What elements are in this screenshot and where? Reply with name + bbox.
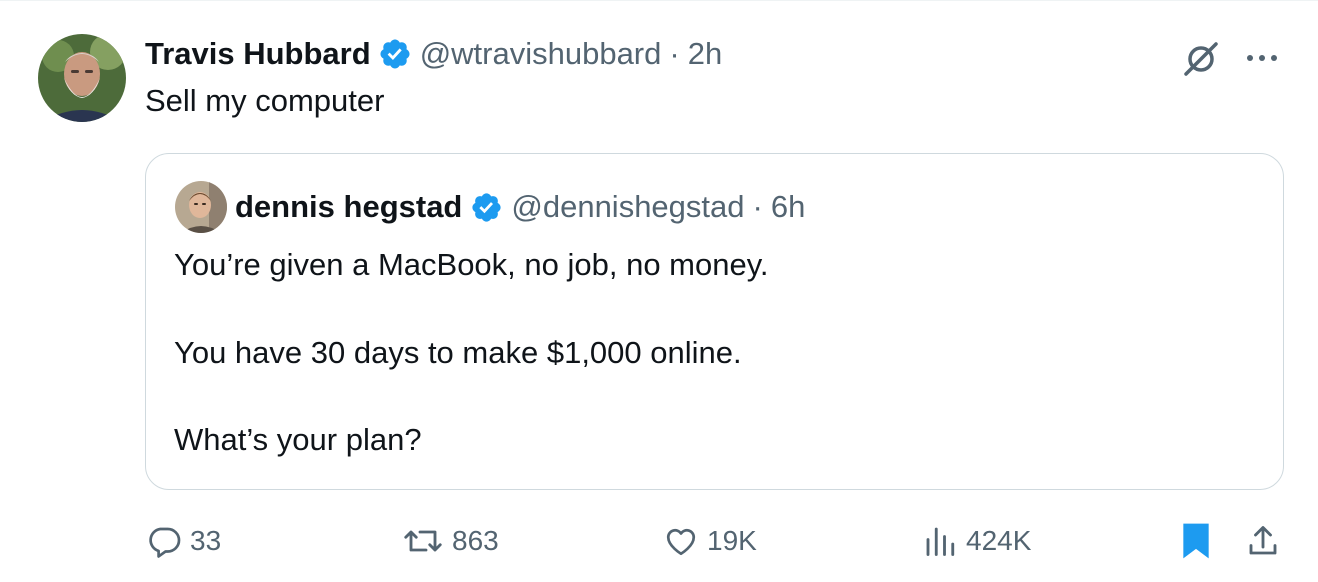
heart-icon (663, 523, 699, 559)
share-icon (1245, 522, 1281, 560)
author-handle[interactable]: @wtravishubbard (420, 36, 662, 72)
separator: · (752, 189, 763, 224)
bookmark-button[interactable] (1180, 516, 1212, 566)
repost-icon (402, 523, 444, 559)
tweet-text: Sell my computer (145, 83, 385, 118)
separator: · (669, 36, 680, 71)
like-count: 19K (707, 525, 757, 556)
verified-badge-icon (378, 37, 412, 71)
quoted-text-line: You’re given a MacBook, no job, no money… (174, 247, 769, 282)
quoted-timestamp[interactable]: 6h (771, 189, 805, 225)
tweet-timestamp[interactable]: 2h (688, 36, 722, 72)
share-button[interactable] (1245, 516, 1281, 566)
bookmark-icon (1180, 522, 1212, 560)
author-avatar[interactable] (38, 34, 126, 122)
quoted-text-line: What’s your plan? (174, 422, 422, 457)
reply-icon (146, 523, 182, 559)
tweet[interactable]: Travis Hubbard @wtravishubbard · 2h Sell… (0, 0, 1318, 582)
grok-icon[interactable] (1181, 39, 1221, 79)
like-button[interactable]: 19K (663, 516, 757, 566)
author-display-name[interactable]: Travis Hubbard (145, 36, 371, 72)
quoted-author-avatar[interactable] (175, 181, 227, 233)
reply-count: 33 (190, 525, 222, 556)
views-button[interactable]: 424K (922, 516, 1031, 566)
verified-badge-icon (470, 191, 503, 224)
reply-button[interactable]: 33 (146, 516, 221, 566)
repost-button[interactable]: 863 (402, 516, 499, 566)
quoted-handle[interactable]: @dennishegstad (511, 189, 744, 225)
views-icon (922, 523, 958, 559)
quoted-tweet-header: dennis hegstad @dennishegstad · 6h (235, 184, 805, 230)
action-bar: 33 863 19K 424K (0, 516, 1318, 566)
quoted-display-name[interactable]: dennis hegstad (235, 189, 462, 225)
tweet-header: Travis Hubbard @wtravishubbard · 2h (145, 31, 722, 77)
repost-count: 863 (452, 525, 499, 556)
quoted-tweet[interactable]: dennis hegstad @dennishegstad · 6h You’r… (145, 153, 1284, 490)
more-icon[interactable] (1244, 43, 1280, 73)
views-count: 424K (966, 525, 1032, 556)
quoted-text-line: You have 30 days to make $1,000 online. (174, 335, 742, 370)
